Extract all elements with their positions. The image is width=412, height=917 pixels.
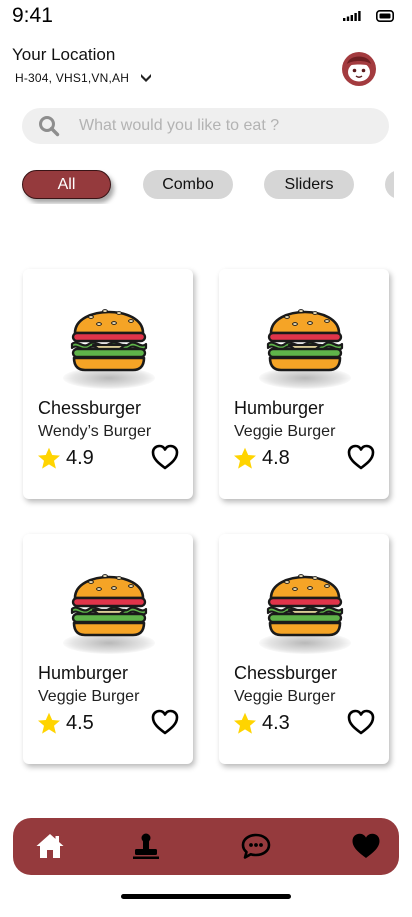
chip-label: Combo [162, 175, 214, 193]
product-name: Chessburger [38, 398, 142, 418]
stamp-icon [133, 833, 159, 859]
product-subtitle: Wendy’s Burger [38, 423, 152, 440]
avatar[interactable] [340, 49, 378, 87]
product-card[interactable]: Humburger Veggie Burger 4.5 [23, 534, 193, 764]
chat-icon [241, 833, 271, 859]
search-input[interactable] [79, 108, 379, 144]
heart-icon [352, 833, 380, 858]
burger-icon [266, 309, 344, 372]
signal-icon [343, 11, 361, 21]
status-bar: 9:41 [0, 0, 412, 34]
product-name: Humburger [234, 398, 325, 418]
battery-icon [376, 10, 394, 22]
chip-sliders[interactable]: Sliders [264, 170, 354, 199]
chip-more[interactable] [385, 170, 394, 199]
location-label: Your Location [12, 45, 116, 64]
heart-icon[interactable] [151, 444, 179, 470]
chip-label: Sliders [284, 175, 334, 193]
chevron-down-icon[interactable] [138, 70, 154, 86]
burger-icon [70, 574, 148, 637]
product-rating: 4.5 [66, 712, 94, 734]
home-indicator [121, 894, 291, 899]
burger-icon [266, 574, 344, 637]
product-rating: 4.3 [262, 712, 290, 734]
search-bar[interactable] [22, 108, 389, 144]
star-icon [38, 447, 60, 469]
heart-icon[interactable] [347, 709, 375, 735]
nav-home[interactable] [34, 831, 66, 861]
product-name: Humburger [38, 663, 129, 683]
star-icon [234, 447, 256, 469]
product-card[interactable]: Chessburger Veggie Burger 4.3 [219, 534, 389, 764]
chip-label: All [57, 175, 76, 193]
product-card[interactable]: Humburger Veggie Burger 4.8 [219, 269, 389, 499]
bottom-nav [13, 818, 399, 875]
chip-combo[interactable]: Combo [143, 170, 233, 199]
status-time: 9:41 [12, 4, 53, 27]
star-icon [234, 712, 256, 734]
heart-icon[interactable] [151, 709, 179, 735]
star-icon [38, 712, 60, 734]
heart-icon[interactable] [347, 444, 375, 470]
burger-icon [70, 309, 148, 372]
category-chips: All Combo Sliders [0, 168, 394, 204]
chip-all[interactable]: All [22, 170, 111, 199]
product-subtitle: Veggie Burger [234, 423, 336, 440]
nav-favorites[interactable] [350, 831, 382, 861]
product-card[interactable]: Chessburger Wendy’s Burger 4.9 [23, 269, 193, 499]
nav-stamp[interactable] [130, 831, 162, 861]
product-subtitle: Veggie Burger [234, 688, 336, 705]
location-value[interactable]: H-304, VHS1,VN,AH [15, 71, 129, 85]
nav-chat[interactable] [240, 831, 272, 861]
product-subtitle: Veggie Burger [38, 688, 140, 705]
product-name: Chessburger [234, 663, 338, 683]
product-rating: 4.8 [262, 447, 290, 469]
product-rating: 4.9 [66, 447, 94, 469]
search-icon [39, 116, 60, 137]
home-icon [36, 834, 64, 858]
